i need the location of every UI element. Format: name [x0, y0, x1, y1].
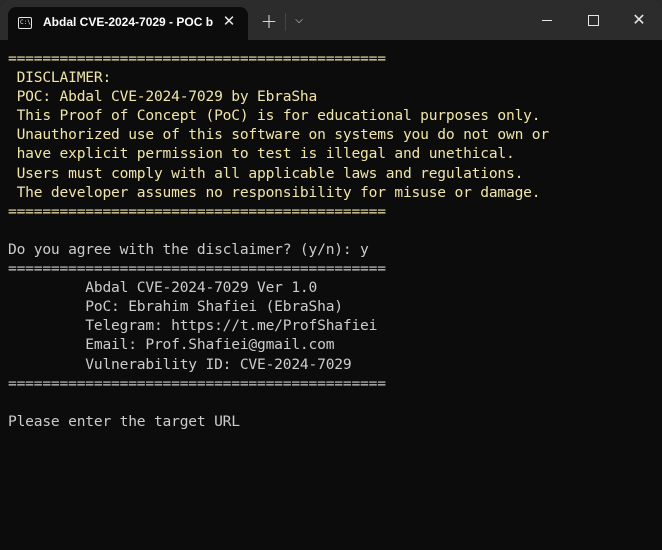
terminal-line: POC: Abdal CVE-2024-7029 by EbraSha — [8, 88, 318, 106]
close-button[interactable]: ✕ — [616, 0, 662, 40]
terminal-icon: C:\ — [18, 17, 32, 29]
minimize-icon — [542, 20, 552, 21]
terminal-line: Vulnerability ID: CVE-2024-7029 — [8, 355, 352, 373]
terminal-line: DISCLAIMER: — [8, 69, 112, 87]
title-bar[interactable]: C:\ Abdal CVE-2024-7029 - POC b ✕ + ⌵ ✕ — [0, 0, 662, 40]
separator-line: ========================================… — [8, 50, 386, 67]
terminal-line: Do you agree with the disclaimer? (y/n):… — [8, 240, 369, 258]
close-icon: ✕ — [632, 10, 646, 29]
tab-active[interactable]: C:\ Abdal CVE-2024-7029 - POC b ✕ — [8, 7, 248, 40]
tab-title: Abdal CVE-2024-7029 - POC b — [43, 15, 213, 29]
new-tab-button[interactable]: + — [258, 10, 280, 32]
terminal-line: Telegram: https://t.me/ProfShafiei — [8, 317, 378, 335]
terminal-line: The developer assumes no responsibility … — [8, 183, 541, 201]
terminal-line: Unauthorized use of this software on sys… — [8, 126, 550, 144]
terminal-line: This Proof of Concept (PoC) is for educa… — [8, 107, 541, 125]
terminal-line: have explicit permission to test is ille… — [8, 145, 515, 163]
terminal-window: C:\ Abdal CVE-2024-7029 - POC b ✕ + ⌵ ✕ … — [0, 0, 662, 550]
separator-line: ========================================… — [8, 260, 386, 278]
terminal-line: PoC: Ebrahim Shafiei (EbraSha) — [8, 298, 343, 316]
tab-divider — [285, 13, 286, 31]
separator-line: ========================================… — [8, 374, 386, 392]
terminal-line: Users must comply with all applicable la… — [8, 164, 524, 182]
terminal-line: Abdal CVE-2024-7029 Ver 1.0 — [8, 279, 318, 297]
chevron-down-icon[interactable]: ⌵ — [290, 11, 308, 31]
tab-close-icon[interactable]: ✕ — [221, 12, 237, 30]
maximize-button[interactable] — [570, 0, 616, 40]
terminal-screen[interactable]: ========================================… — [8, 49, 549, 431]
terminal-line: Please enter the target URL — [8, 412, 240, 430]
terminal-output[interactable]: ========================================… — [0, 40, 662, 550]
terminal-line: Email: Prof.Shafiei@gmail.com — [8, 336, 335, 354]
minimize-button[interactable] — [524, 0, 570, 40]
maximize-icon — [587, 15, 599, 26]
separator-line: ========================================… — [8, 202, 386, 220]
